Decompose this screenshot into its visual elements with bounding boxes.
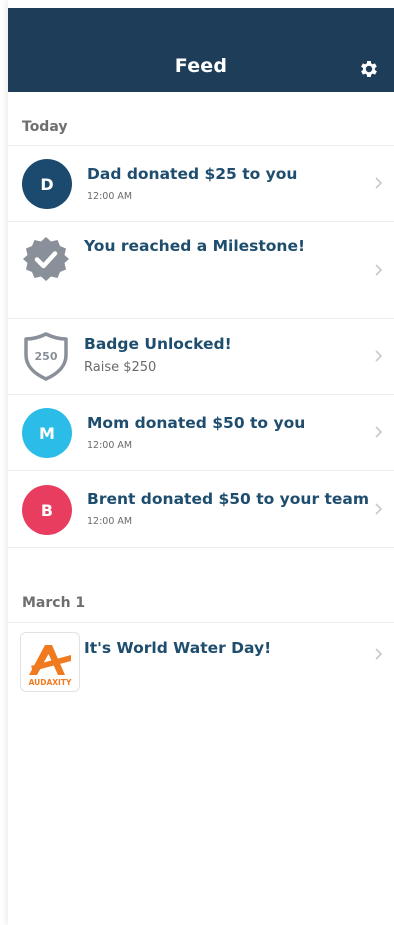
feed-item-time: 12:00 AM [87,191,133,202]
chevron-right-icon [375,503,383,515]
app-header: Feed [8,8,394,92]
avatar: M [22,408,72,458]
feed-item-badge[interactable]: 250 Badge Unlocked! Raise $250 [8,319,394,394]
feed-item-title: Mom donated $50 to you [87,414,306,432]
divider [8,547,394,548]
feed-item-mom-donation[interactable]: M Mom donated $50 to you 12:00 AM [8,395,394,470]
chevron-right-icon [375,648,383,660]
feed-item-brent-donation[interactable]: B Brent donated $50 to your team 12:00 A… [8,471,394,547]
section-label-march-1: March 1 [22,595,86,611]
feed-item-title: It's World Water Day! [84,639,272,657]
feed-item-world-water-day[interactable]: AUDAXITY It's World Water Day! [8,623,394,695]
feed-item-time: 12:00 AM [87,440,133,451]
feed-screen: Feed Today D Dad donated $25 to you 12:0… [8,0,394,925]
feed-item-title: Brent donated $50 to your team [87,490,370,508]
page-title: Feed [174,55,228,77]
avatar: D [22,159,72,209]
shield-badge-icon: 250 [24,332,68,381]
feed-item-title: Badge Unlocked! [84,335,232,353]
chevron-right-icon [375,426,383,438]
section-label-today: Today [22,119,68,135]
audaxity-logo: AUDAXITY [20,632,80,692]
feed-item-milestone[interactable]: You reached a Milestone! [8,222,394,318]
chevron-right-icon [375,350,383,362]
feed-item-subtitle: Raise $250 [84,360,157,375]
gear-icon[interactable] [358,58,380,80]
chevron-right-icon [375,177,383,189]
audaxity-logo-icon: AUDAXITY [29,645,72,687]
feed-item-title: Dad donated $25 to you [87,165,298,183]
feed-item-time: 12:00 AM [87,516,133,527]
milestone-check-icon [23,237,69,281]
feed-item-dad-donation[interactable]: D Dad donated $25 to you 12:00 AM [8,146,394,221]
chevron-right-icon [375,264,383,276]
avatar: B [22,485,72,535]
badge-value: 250 [35,350,58,363]
logo-wordmark: AUDAXITY [29,678,72,687]
feed-item-title: You reached a Milestone! [84,237,306,255]
